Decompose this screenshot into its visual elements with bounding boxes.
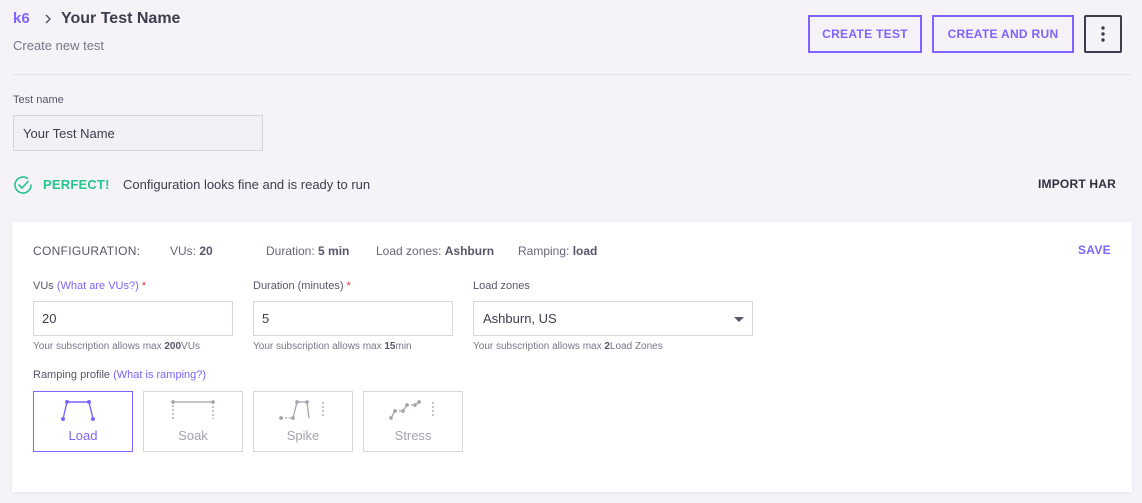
load-zones-label: Load zones [473,280,530,292]
duration-input[interactable] [253,301,453,336]
ramp-profile-label: Stress [394,428,432,443]
summary-ramping: Ramping: load [518,244,598,258]
status-message: Configuration looks fine and is ready to… [123,177,371,192]
import-har-button[interactable]: IMPORT HAR [1038,177,1116,191]
configuration-title: CONFIGURATION: [33,244,141,258]
more-options-button[interactable] [1084,15,1122,53]
page-subtitle: Create new test [13,38,105,53]
what-are-vus-link[interactable]: (What are VUs?) [57,280,139,292]
ramp-profile-label: Load [68,428,98,443]
spike-profile-icon [279,400,324,420]
vus-label: VUs (What are VUs?) * [33,280,147,292]
summary-vus: VUs: 20 [170,244,213,258]
ramp-profile-load[interactable]: Load [33,391,133,452]
summary-duration: Duration: 5 min [266,244,350,258]
kebab-menu-icon [1101,26,1105,42]
stress-profile-icon [389,400,434,420]
vus-input[interactable] [33,301,233,336]
check-circle-icon [14,176,32,194]
save-button[interactable]: SAVE [1078,243,1111,257]
load-zones-hint: Your subscription allows max 2Load Zones [473,341,663,352]
ramping-profile-label: Ramping profile (What is ramping?) [33,369,207,381]
load-zones-select[interactable]: Ashburn, US [473,301,753,336]
duration-label: Duration (minutes) * [253,280,351,292]
test-name-label: Test name [13,94,64,106]
k6-logo[interactable]: k6 [13,10,30,27]
chevron-right-icon [45,14,52,24]
summary-load-zones: Load zones: Ashburn [376,244,495,258]
caret-down-icon [734,317,744,322]
page-title: Your Test Name [61,10,181,27]
ramp-profile-soak[interactable]: Soak [143,391,243,452]
create-and-run-button[interactable]: CREATE AND RUN [932,15,1074,53]
ramp-profile-stress[interactable]: Stress [363,391,463,452]
ramp-profile-label: Spike [286,428,320,443]
soak-profile-icon [171,400,215,419]
create-test-button[interactable]: CREATE TEST [808,15,922,53]
required-marker: * [141,280,147,292]
required-marker: * [346,280,351,292]
load-zones-selected: Ashburn, US [483,311,557,326]
duration-hint: Your subscription allows max 15min [253,341,412,352]
status-badge: PERFECT! [43,177,110,192]
vus-hint: Your subscription allows max 200VUs [33,341,200,352]
test-name-input[interactable] [13,115,263,151]
what-is-ramping-link[interactable]: (What is ramping?) [113,369,206,381]
header-divider [13,74,1131,75]
ramp-profile-spike[interactable]: Spike [253,391,353,452]
ramp-profile-label: Soak [178,428,208,443]
load-profile-icon [61,400,95,421]
